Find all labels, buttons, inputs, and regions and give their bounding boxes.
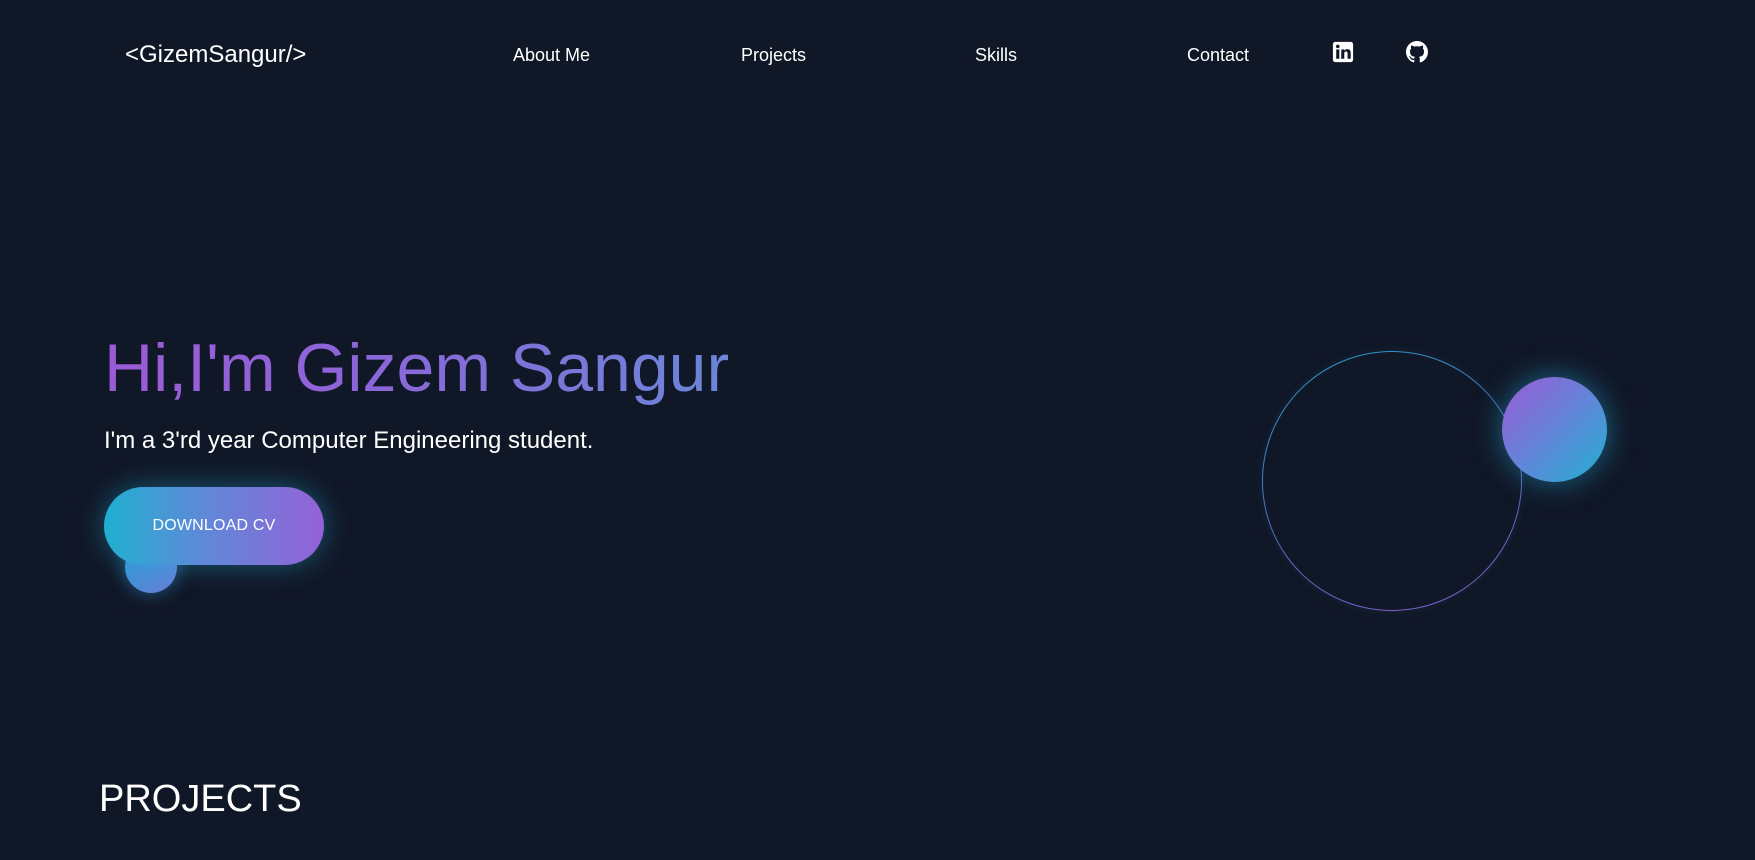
nav-link-skills[interactable]: Skills xyxy=(975,44,1017,66)
github-icon[interactable] xyxy=(1406,41,1428,63)
decorative-orb xyxy=(1502,377,1607,482)
download-cv-button[interactable]: DOWNLOAD CV xyxy=(104,487,324,565)
site-logo[interactable]: <GizemSangur/> xyxy=(125,40,306,70)
projects-section-title: PROJECTS xyxy=(99,778,302,820)
portfolio-page: <GizemSangur/> About Me Projects Skills … xyxy=(0,0,1755,860)
nav-link-projects[interactable]: Projects xyxy=(741,44,806,66)
decorative-ring xyxy=(1262,351,1522,611)
linkedin-icon[interactable] xyxy=(1332,41,1354,63)
nav-link-contact[interactable]: Contact xyxy=(1187,44,1249,66)
hero-subtitle: I'm a 3'rd year Computer Engineering stu… xyxy=(104,427,594,454)
hero-title: Hi,I'm Gizem Sangur xyxy=(104,330,730,406)
nav-link-about-me[interactable]: About Me xyxy=(513,44,590,66)
